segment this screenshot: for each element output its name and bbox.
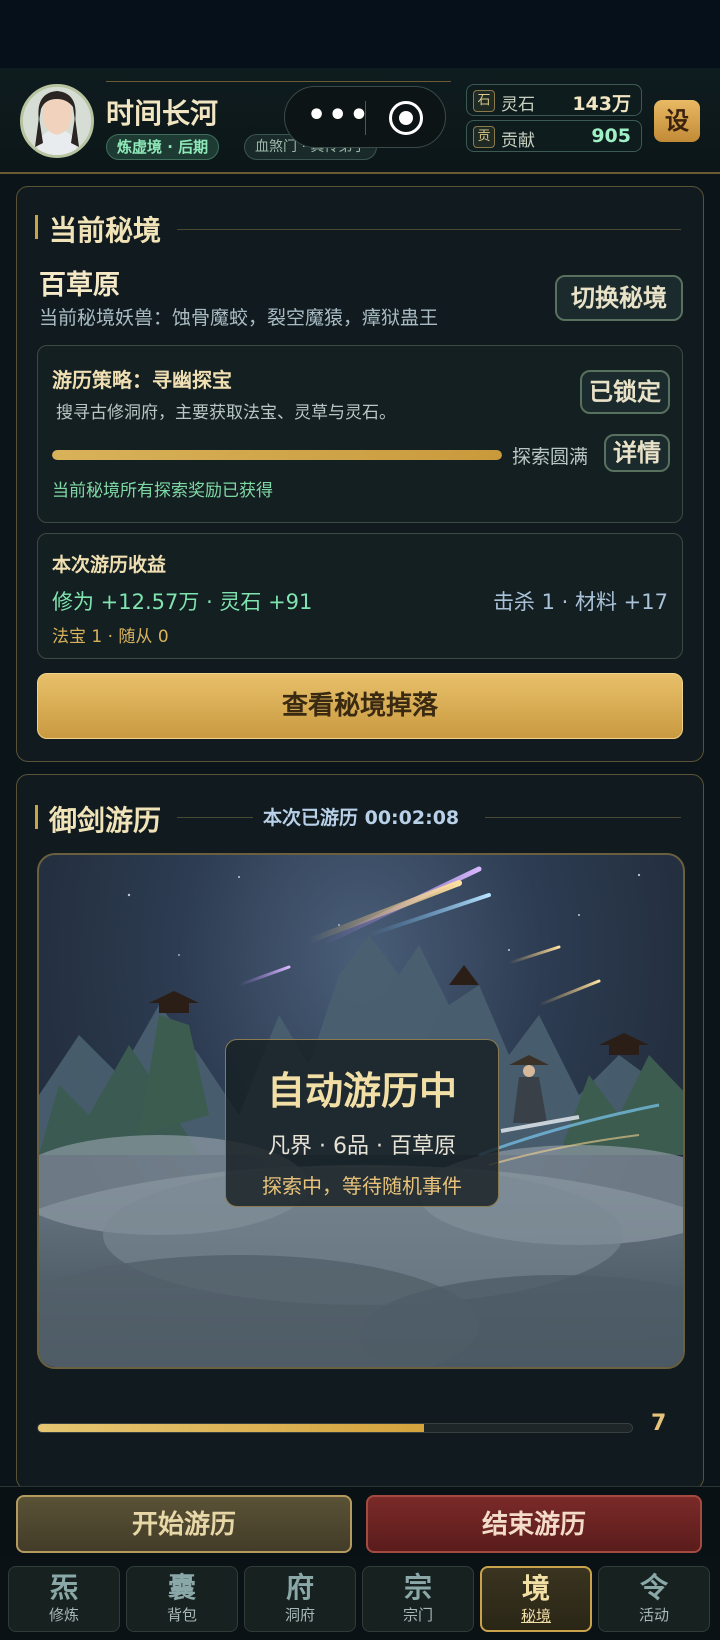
nav-label: 洞府 xyxy=(284,1606,315,1624)
nav-glyph: 令 xyxy=(639,1571,668,1604)
travel-status-overlay: 自动游历中 凡界 · 6品 · 百草原 探索中，等待随机事件 xyxy=(225,1039,499,1207)
strategy-title: 游历策略：寻幽探宝 xyxy=(52,368,232,392)
nav-label: 活动 xyxy=(638,1606,669,1624)
nav-glyph: 府 xyxy=(285,1571,314,1604)
nav-cave[interactable]: 府 洞府 xyxy=(244,1566,356,1632)
avatar-portrait xyxy=(23,87,91,155)
nav-cultivate[interactable]: 炁 修炼 xyxy=(8,1566,120,1632)
nav-label: 宗门 xyxy=(402,1606,433,1624)
nav-label: 背包 xyxy=(166,1606,197,1624)
title-divider xyxy=(177,817,253,818)
name-underline xyxy=(106,81,451,82)
overlay-location: 凡界 · 6品 · 百草原 xyxy=(268,1134,456,1159)
event-count: 7 xyxy=(651,1411,667,1436)
realm-monsters: 当前秘境妖兽：蚀骨魔蛟，裂空魔猿，瘴狱蛊王 xyxy=(39,307,439,329)
capsule-divider xyxy=(365,101,366,135)
explore-progress-bar xyxy=(52,450,502,460)
realm-name: 百草原 xyxy=(39,270,120,301)
contribution-resource: 贡 贡献 905 xyxy=(466,120,642,152)
mini-program-capsule: ••• xyxy=(284,86,446,148)
travel-timer: 本次已游历 00:02:08 xyxy=(263,807,460,829)
nav-sect[interactable]: 宗 宗门 xyxy=(362,1566,474,1632)
travel-progress-fill xyxy=(38,1424,425,1432)
nav-secret-realm[interactable]: 境 秘境 xyxy=(480,1566,592,1632)
timer-divider xyxy=(485,817,681,818)
nav-label: 秘境 xyxy=(520,1607,551,1625)
earnings-items: 法宝 1 · 随从 0 xyxy=(52,627,169,647)
stone-icon: 石 xyxy=(473,90,495,112)
earnings-card: 本次游历收益 修为 +12.57万 · 灵石 +91 击杀 1 · 材料 +17… xyxy=(37,533,683,659)
travel-scene: 自动游历中 凡界 · 6品 · 百草原 探索中，等待随机事件 xyxy=(37,853,685,1369)
nav-bag[interactable]: 囊 背包 xyxy=(126,1566,238,1632)
current-realm-panel: 当前秘境 百草原 当前秘境妖兽：蚀骨魔蛟，裂空魔猿，瘴狱蛊王 切换秘境 游历策略… xyxy=(16,186,704,762)
nav-glyph: 炁 xyxy=(49,1571,78,1604)
strategy-description: 搜寻古修洞府，主要获取法宝、灵草与灵石。 xyxy=(56,403,396,423)
start-travel-button[interactable]: 开始游历 xyxy=(16,1495,352,1553)
nav-glyph: 境 xyxy=(521,1572,550,1605)
overlay-title: 自动游历中 xyxy=(266,1069,457,1113)
nav-glyph: 宗 xyxy=(403,1571,432,1604)
nav-events[interactable]: 令 活动 xyxy=(598,1566,710,1632)
strategy-card: 游历策略：寻幽探宝 搜寻古修洞府，主要获取法宝、灵草与灵石。 已锁定 探索圆满 … xyxy=(37,345,683,523)
bottom-navigation: 炁 修炼 囊 背包 府 洞府 宗 宗门 境 秘境 令 活动 xyxy=(0,1556,720,1640)
resource-value: 905 xyxy=(591,125,631,147)
section-title: 御剑游历 xyxy=(35,799,161,839)
overlay-status: 探索中，等待随机事件 xyxy=(262,1174,462,1198)
status-bar-area xyxy=(0,0,720,68)
nav-glyph: 囊 xyxy=(167,1571,196,1604)
target-icon[interactable] xyxy=(389,101,423,135)
earnings-title: 本次游历收益 xyxy=(52,554,167,576)
switch-realm-button[interactable]: 切换秘境 xyxy=(555,275,683,321)
details-button[interactable]: 详情 xyxy=(604,434,670,472)
resource-label: 灵石 xyxy=(501,95,535,115)
realm-badge: 炼虚境 · 后期 xyxy=(106,134,220,160)
contribution-icon: 贡 xyxy=(473,126,495,148)
earnings-cultivation: 修为 +12.57万 · 灵石 +91 xyxy=(52,590,313,614)
locked-button[interactable]: 已锁定 xyxy=(580,370,670,414)
section-title: 当前秘境 xyxy=(35,209,161,249)
title-divider xyxy=(177,229,681,230)
sword-travel-panel: 御剑游历 本次已游历 00:02:08 自动游历中 凡界 · 6品 · 百草原 … xyxy=(16,774,704,1490)
settings-button[interactable]: 设 xyxy=(654,100,700,142)
end-travel-button[interactable]: 结束游历 xyxy=(366,1495,702,1553)
player-header: 时间长河 炼虚境 · 后期 血煞门 · 真传弟子 ••• 石 灵石 143万 贡… xyxy=(0,68,720,174)
resource-label: 贡献 xyxy=(501,131,535,151)
travel-progress-bar xyxy=(37,1423,633,1433)
action-bar: 开始游历 结束游历 xyxy=(0,1486,720,1556)
nav-label: 修炼 xyxy=(48,1606,79,1624)
avatar[interactable] xyxy=(20,84,94,158)
explore-progress-fill xyxy=(52,450,502,460)
resource-value: 143万 xyxy=(572,93,631,115)
earnings-kills: 击杀 1 · 材料 +17 xyxy=(492,590,668,614)
view-drops-button[interactable]: 查看秘境掉落 xyxy=(37,673,683,739)
more-dots-icon[interactable]: ••• xyxy=(307,99,371,133)
spirit-stone-resource: 石 灵石 143万 xyxy=(466,84,642,116)
explore-status: 探索圆满 xyxy=(512,446,589,468)
reward-note: 当前秘境所有探索奖励已获得 xyxy=(52,481,273,501)
player-name: 时间长河 xyxy=(106,97,219,130)
